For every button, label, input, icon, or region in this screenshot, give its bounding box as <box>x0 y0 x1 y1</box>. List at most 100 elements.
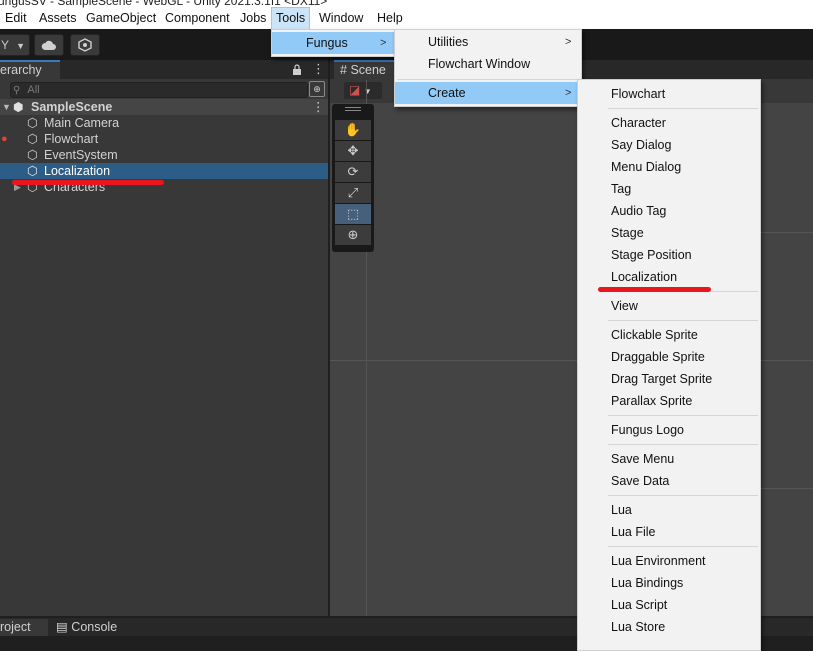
menu-item-lua-environment[interactable]: Lua Environment <box>578 550 760 572</box>
menu-item-drag-target-sprite[interactable]: Drag Target Sprite <box>578 368 760 390</box>
menu-item-parallax-sprite[interactable]: Parallax Sprite <box>578 390 760 412</box>
hand-tool-icon[interactable]: ✋ <box>335 120 371 140</box>
menu-item-label: Parallax Sprite <box>611 394 693 408</box>
hierarchy-item-eventsystem[interactable]: ⬡ EventSystem <box>0 147 328 163</box>
menu-bar: Edit Assets GameObject Component Jobs To… <box>0 7 813 30</box>
menu-edit[interactable]: Edit <box>1 8 31 29</box>
tab-console[interactable]: ▤ Console <box>56 619 126 636</box>
menu-separator <box>608 444 758 445</box>
menu-separator <box>608 546 758 547</box>
menu-item-view[interactable]: View <box>578 295 760 317</box>
menu-item-character[interactable]: Character <box>578 112 760 134</box>
menu-item-lua-bindings[interactable]: Lua Bindings <box>578 572 760 594</box>
cloud-icon <box>41 40 56 50</box>
menu-item-label: Save Data <box>611 474 670 488</box>
cloud-button[interactable] <box>34 34 64 56</box>
menu-component[interactable]: Component <box>161 8 234 29</box>
scene-name: SampleScene <box>31 100 113 114</box>
menu-item-label: Draggable Sprite <box>611 350 705 364</box>
menu-item-label: Say Dialog <box>611 138 672 152</box>
tab-hierarchy[interactable]: erarchy <box>0 60 60 79</box>
menu-item-flowchart-window[interactable]: Flowchart Window <box>395 53 581 75</box>
hierarchy-panel: erarchy ⋮ ⚲ All ⊕ ▼ ⬢ SampleScene ⋮ ⬡ Ma… <box>0 60 328 616</box>
search-icon: ⚲ <box>13 85 21 96</box>
account-dropdown[interactable]: Y ▼ <box>0 34 30 56</box>
console-icon: ▤ <box>56 620 68 634</box>
menu-assets[interactable]: Assets <box>35 8 81 29</box>
menu-item-stage[interactable]: Stage <box>578 222 760 244</box>
scene-row[interactable]: ▼ ⬢ SampleScene ⋮ <box>0 99 328 115</box>
scene-tools-overlay: ✋ ✥ ⟳ ⤢ ⬚ ⊕ <box>332 104 374 252</box>
lock-icon[interactable] <box>292 64 302 75</box>
menu-item-clickable-sprite[interactable]: Clickable Sprite <box>578 324 760 346</box>
menu-item-audio-tag[interactable]: Audio Tag <box>578 200 760 222</box>
menu-item-localization[interactable]: Localization <box>578 266 760 288</box>
annotation-underline <box>598 287 711 292</box>
drag-handle-icon[interactable] <box>345 107 361 108</box>
grid-icon: # <box>340 63 347 77</box>
menu-item-flowchart[interactable]: Flowchart <box>578 83 760 105</box>
menu-gameobject[interactable]: GameObject <box>82 8 160 29</box>
chevron-down-icon: ▼ <box>16 41 26 51</box>
chevron-right-icon: > <box>380 37 387 49</box>
gameobject-cube-icon: ⬡ <box>27 164 38 178</box>
tab-scene[interactable]: # Scene <box>334 60 396 79</box>
menu-item-label: Clickable Sprite <box>611 328 698 342</box>
menu-item-label: Stage <box>611 226 644 240</box>
chevron-down-icon: ▼ <box>363 87 372 96</box>
menu-item-label: Menu Dialog <box>611 160 682 174</box>
transform-tool-icon[interactable]: ⊕ <box>335 225 371 245</box>
menu-item-label: Lua Environment <box>611 554 706 568</box>
menu-item-say-dialog[interactable]: Say Dialog <box>578 134 760 156</box>
menu-item-lua-file[interactable]: Lua File <box>578 521 760 543</box>
collab-icon <box>78 38 92 52</box>
menu-item-label: Fungus Logo <box>611 423 684 437</box>
menu-separator <box>397 79 579 80</box>
menu-item-fungus[interactable]: Fungus > <box>272 32 395 54</box>
gameobject-cube-icon: ⬡ <box>27 132 38 146</box>
menu-item-lua-store[interactable]: Lua Store <box>578 616 760 638</box>
create-submenu: Flowchart Character Say Dialog Menu Dialog T… <box>577 79 761 651</box>
menu-item-save-data[interactable]: Save Data <box>578 470 760 492</box>
mushroom-icon: ● <box>1 133 8 145</box>
menu-item-tag[interactable]: Tag <box>578 178 760 200</box>
draw-mode-dropdown[interactable]: ◪ ▼ <box>344 82 382 99</box>
hierarchy-search-input[interactable]: ⚲ All <box>10 82 308 98</box>
scale-tool-icon[interactable]: ⤢ <box>335 183 371 203</box>
hierarchy-item-label: Flowchart <box>44 132 99 146</box>
menu-item-draggable-sprite[interactable]: Draggable Sprite <box>578 346 760 368</box>
collab-button[interactable] <box>70 34 100 56</box>
menu-item-label: Flowchart <box>611 87 666 101</box>
rect-tool-icon[interactable]: ⬚ <box>335 204 371 224</box>
move-tool-icon[interactable]: ✥ <box>335 141 371 161</box>
hierarchy-item-flowchart[interactable]: ● ⬡ Flowchart <box>0 131 328 147</box>
menu-item-utilities[interactable]: Utilities > <box>395 31 581 53</box>
menu-item-label: Character <box>611 116 666 130</box>
annotation-underline <box>12 180 164 185</box>
hierarchy-item-main-camera[interactable]: ⬡ Main Camera <box>0 115 328 131</box>
menu-item-lua-script[interactable]: Lua Script <box>578 594 760 616</box>
chevron-right-icon: > <box>565 36 572 48</box>
tab-project[interactable]: roject <box>0 619 48 636</box>
more-options-icon[interactable]: ⋮ <box>312 61 325 77</box>
menu-item-create[interactable]: Create > <box>395 82 581 104</box>
menu-item-stage-position[interactable]: Stage Position <box>578 244 760 266</box>
search-filter-icon[interactable]: ⊕ <box>309 81 325 97</box>
menu-help[interactable]: Help <box>373 8 407 29</box>
menu-separator <box>608 495 758 496</box>
menu-item-fungus-logo[interactable]: Fungus Logo <box>578 419 760 441</box>
menu-tools[interactable]: Tools <box>270 7 311 30</box>
hierarchy-item-label: Localization <box>44 164 111 178</box>
gameobject-cube-icon: ⬡ <box>27 148 38 162</box>
menu-item-label: View <box>611 299 638 313</box>
scene-options-icon[interactable]: ⋮ <box>312 99 325 115</box>
menu-separator <box>608 108 758 109</box>
menu-jobs[interactable]: Jobs <box>236 8 270 29</box>
menu-item-lua[interactable]: Lua <box>578 499 760 521</box>
search-placeholder: All <box>27 84 40 96</box>
menu-item-save-menu[interactable]: Save Menu <box>578 448 760 470</box>
rotate-tool-icon[interactable]: ⟳ <box>335 162 371 182</box>
menu-item-menu-dialog[interactable]: Menu Dialog <box>578 156 760 178</box>
hierarchy-item-localization[interactable]: ⬡ Localization <box>0 163 328 179</box>
menu-window[interactable]: Window <box>315 8 367 29</box>
